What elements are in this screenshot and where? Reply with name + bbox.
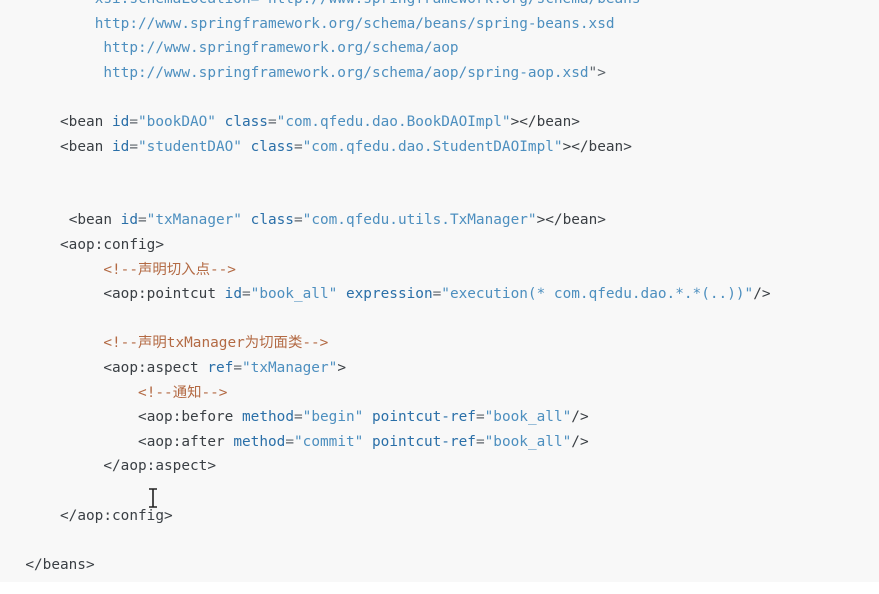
code-token-val: "commit" (294, 433, 364, 450)
code-token-comment: <!--声明切入点--> (103, 261, 236, 278)
code-line[interactable]: </aop:aspect> (103, 455, 216, 477)
code-token-tag: </aop:aspect> (103, 458, 216, 475)
code-token-punct: = (293, 212, 303, 229)
code-line[interactable]: <aop:after method="commit" pointcut-ref=… (138, 431, 589, 453)
code-token-text: http://www.springframework.org/schema/be… (94, 15, 615, 32)
code-token-attr: id (112, 138, 130, 155)
code-token-attr: id (224, 286, 242, 303)
code-token-attr: class (250, 138, 294, 155)
code-token-text: http://www.springframework.org/schema/ao… (103, 40, 459, 57)
code-token-tag: <bean (68, 212, 121, 229)
code-token-tag: <bean (60, 138, 112, 155)
code-token-val: "book_all" (484, 409, 572, 426)
code-token-punct: = (432, 286, 442, 303)
code-token-punct: = (129, 114, 138, 130)
code-token-punct: = (285, 433, 295, 450)
code-token-tag: /> (571, 409, 589, 426)
code-token-punct (363, 434, 372, 450)
code-line[interactable]: </beans> (25, 554, 94, 576)
code-line[interactable]: <bean id="bookDAO" class="com.qfedu.dao.… (60, 111, 580, 133)
code-token-val: "com.qfedu.dao.BookDAOImpl" (276, 114, 511, 130)
code-token-val: "book_all" (484, 433, 572, 450)
code-token-val: "execution(* com.qfedu.dao.*.*(..))" (441, 286, 754, 303)
code-token-tag: <aop:config> (60, 237, 164, 253)
code-line[interactable]: http://www.springframework.org/schema/ao… (103, 62, 606, 84)
code-line[interactable]: <!--声明切入点--> (103, 259, 236, 281)
code-token-attr: pointcut-ref (372, 433, 476, 450)
code-token-comment: <!--通知--> (138, 384, 228, 401)
code-token-val: "studentDAO" (138, 138, 242, 155)
code-token-attr: method (242, 409, 294, 426)
code-token-attr: id (112, 114, 130, 130)
code-token-punct: = (475, 409, 485, 426)
code-token-val: "txManager" (146, 212, 242, 229)
code-token-text: xsi:schemaLocation="http://www.springfra… (95, 0, 641, 7)
code-editor[interactable]: xsi:schemaLocation="http://www.springfra… (0, 0, 879, 594)
code-token-tag: ></bean> (510, 114, 580, 130)
code-token-val: "bookDAO" (138, 114, 216, 130)
code-token-val: "begin" (302, 409, 364, 426)
code-line[interactable]: <aop:before method="begin" pointcut-ref=… (138, 406, 589, 428)
code-token-tag: ></bean> (562, 138, 632, 155)
code-token-punct: = (294, 409, 303, 426)
code-token-attr: method (233, 433, 286, 450)
code-token-tag: /> (571, 433, 589, 450)
code-token-val: "com.qfedu.dao.StudentDAOImpl" (302, 138, 563, 155)
code-line[interactable]: <aop:pointcut id="book_all" expression="… (103, 283, 770, 305)
code-token-attr: class (224, 114, 268, 130)
code-token-attr: expression (345, 286, 433, 303)
code-line[interactable]: <!--通知--> (138, 382, 227, 404)
code-token-text: http://www.springframework.org/schema/ao… (103, 64, 589, 81)
code-token-tag: <aop:after (138, 433, 234, 450)
i-beam-cursor-icon (149, 488, 157, 508)
code-token-punct (337, 286, 346, 302)
code-token-punct: = (475, 433, 485, 450)
code-token-tag: </aop:config> (60, 507, 173, 524)
code-token-attr: class (250, 212, 294, 229)
code-token-val: "book_all" (250, 286, 338, 303)
code-token-punct (242, 212, 251, 228)
code-line[interactable]: <aop:config> (60, 234, 164, 256)
code-token-punct: = (267, 114, 277, 130)
code-token-punct (216, 114, 225, 130)
code-token-tag: > (337, 360, 346, 376)
code-token-punct (242, 139, 251, 155)
code-token-punct: = (129, 138, 138, 155)
code-token-attr: id (120, 212, 138, 229)
code-line[interactable]: <!--声明txManager为切面类--> (103, 332, 328, 354)
code-token-tag: <aop:aspect (103, 360, 208, 376)
code-line[interactable]: http://www.springframework.org/schema/be… (95, 13, 615, 35)
code-token-punct: = (293, 138, 303, 155)
code-token-punct (363, 409, 372, 425)
code-line[interactable]: <aop:aspect ref="txManager"> (103, 357, 346, 379)
code-token-val: "com.qfedu.utils.TxManager" (302, 212, 537, 229)
code-line[interactable]: http://www.springframework.org/schema/ao… (103, 37, 458, 59)
code-line[interactable]: <bean id="studentDAO" class="com.qfedu.d… (60, 136, 632, 158)
code-token-tag: ></bean> (536, 212, 606, 229)
code-token-punct: = (241, 286, 251, 303)
code-token-tag: <aop:pointcut (103, 286, 225, 303)
code-line[interactable]: <bean id="txManager" class="com.qfedu.ut… (69, 209, 606, 231)
code-token-tag: <bean (60, 114, 112, 130)
code-token-punct: = (138, 212, 147, 229)
code-token-attr: pointcut-ref (372, 409, 476, 426)
code-token-tag: /> (753, 286, 771, 303)
code-token-attr: ref (207, 360, 234, 376)
code-token-comment: <!--声明txManager为切面类--> (103, 335, 329, 352)
editor-bottom-band (0, 582, 879, 594)
code-line[interactable]: xsi:schemaLocation="http://www.springfra… (95, 0, 641, 10)
code-token-tag: </beans> (25, 556, 95, 573)
code-token-tag: <aop:before (138, 409, 243, 426)
code-token-val: "txManager" (242, 360, 338, 376)
code-token-punct: = (233, 360, 242, 376)
code-token-punct: "> (588, 64, 606, 81)
